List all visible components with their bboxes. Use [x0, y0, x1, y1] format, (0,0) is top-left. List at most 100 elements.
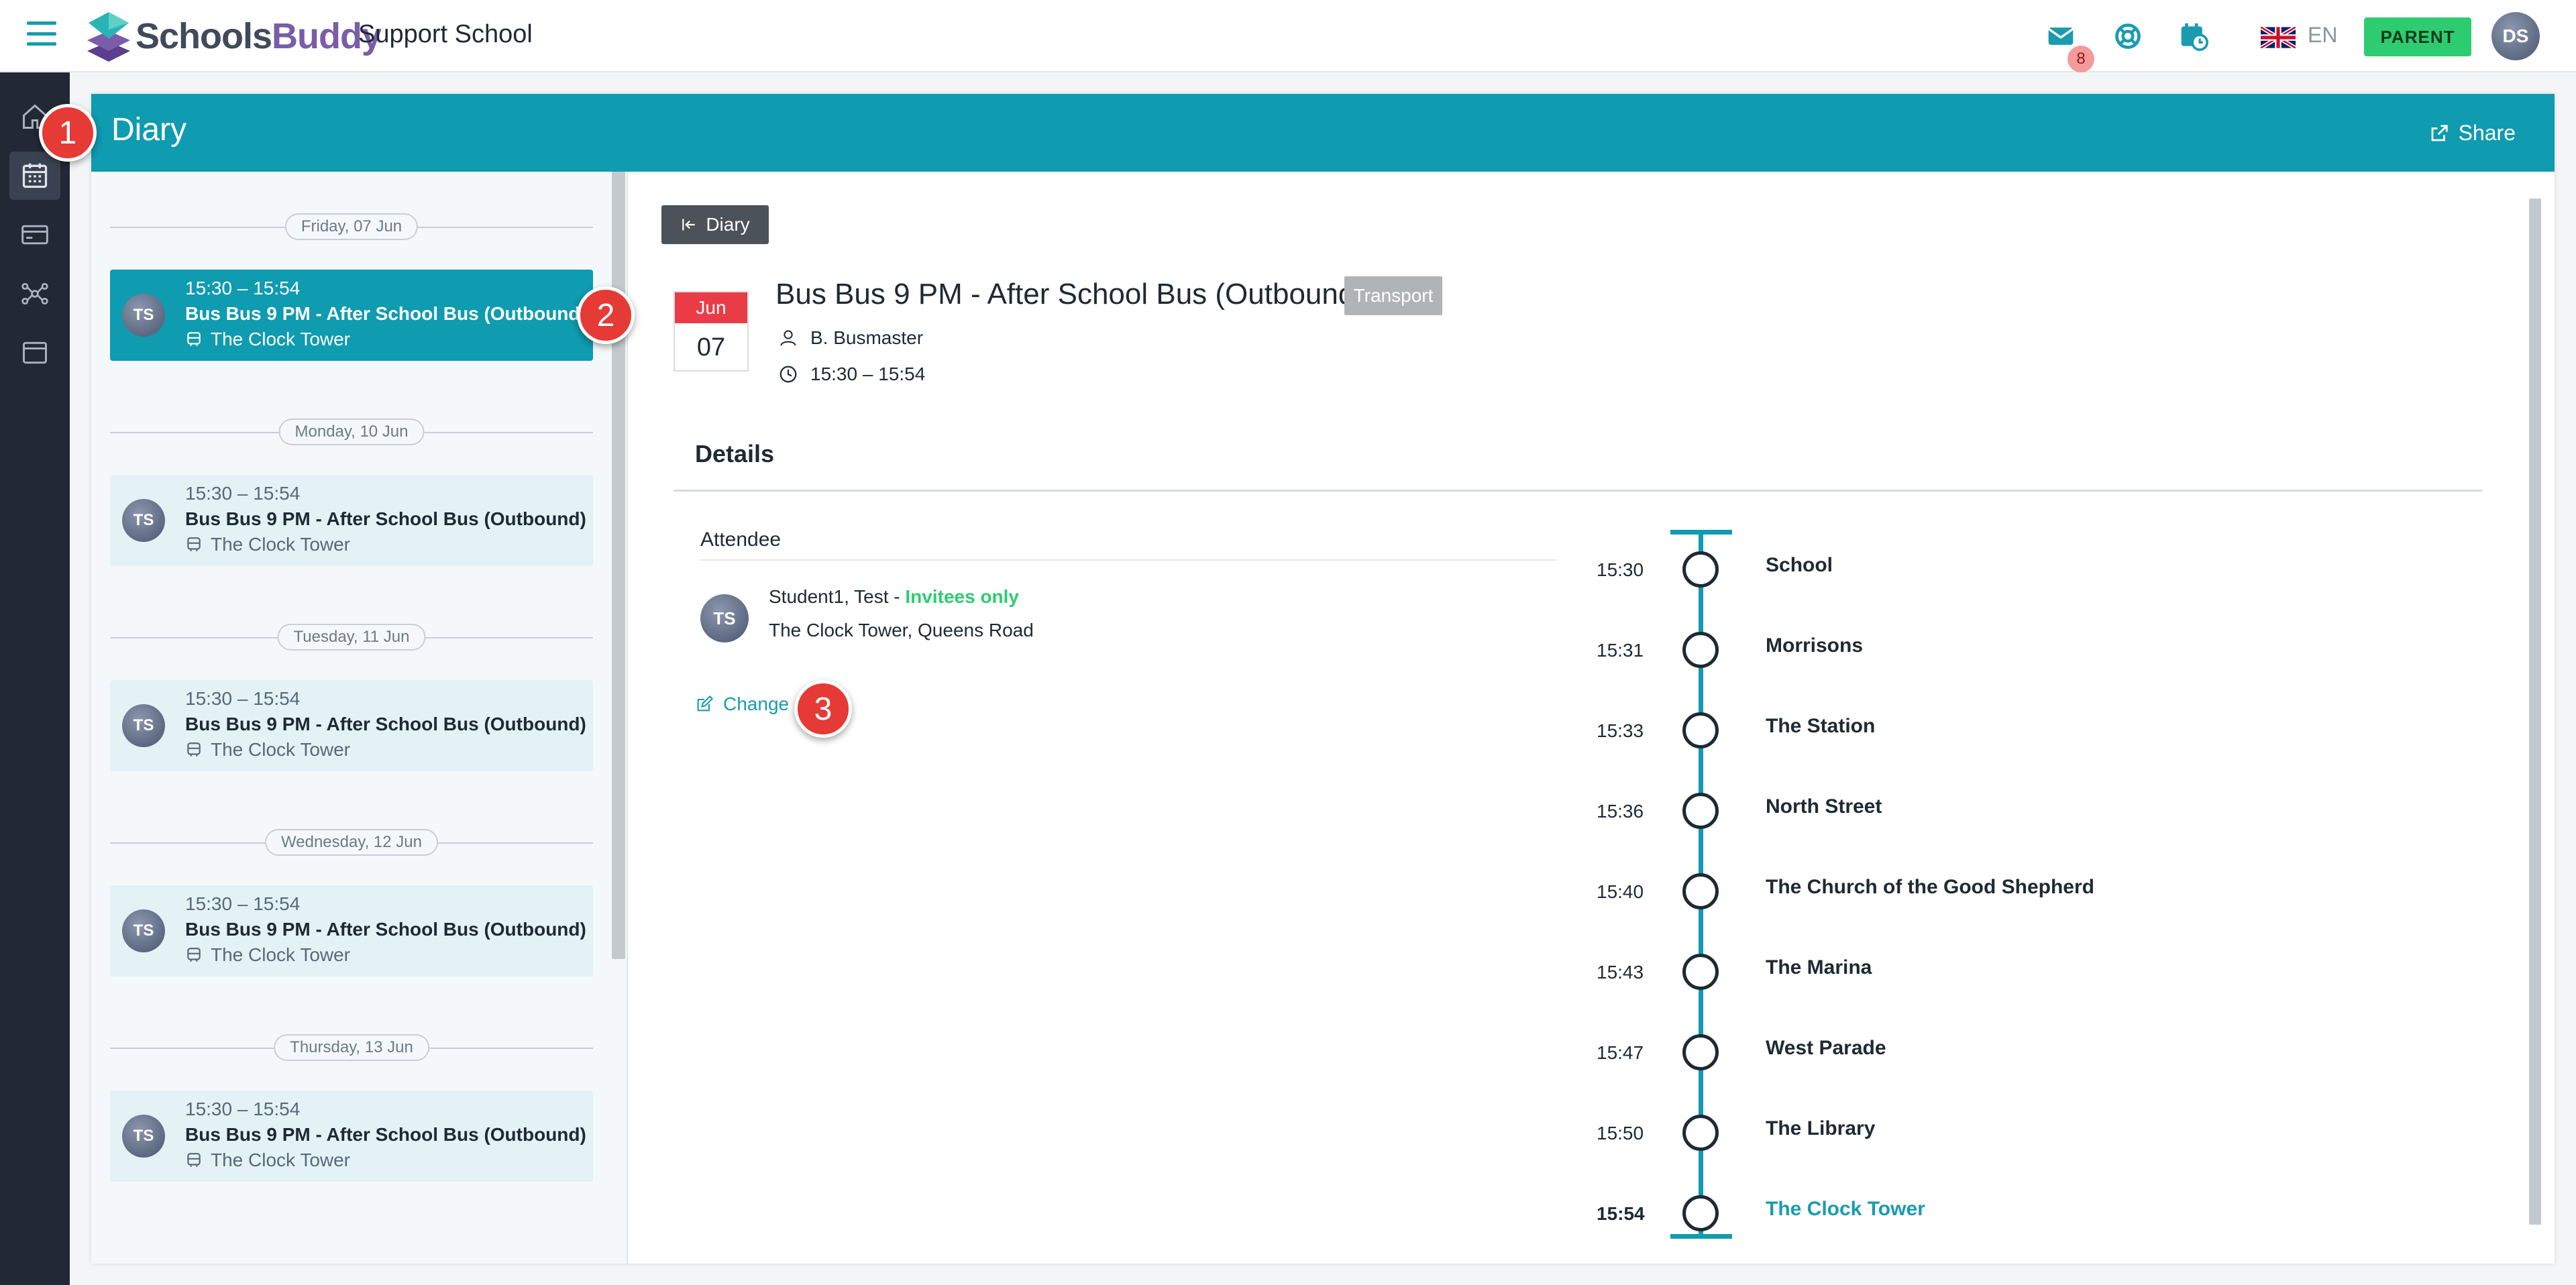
- callout-marker-2: 2: [577, 286, 635, 344]
- event-time-row: 15:30 – 15:54: [778, 364, 925, 385]
- arrow-left-to-line-icon: [682, 219, 695, 231]
- route-stop: 15:43 The Marina: [1583, 950, 2388, 990]
- logo-icon: [87, 12, 130, 62]
- calendar-clock-icon[interactable]: [2179, 21, 2208, 51]
- bus-icon: [187, 1153, 201, 1167]
- stop-marker: [1682, 873, 1719, 909]
- event-category-tag: Transport: [1344, 276, 1442, 315]
- route-stop: 15:31 Morrisons: [1583, 628, 2388, 668]
- bus-icon: [187, 332, 201, 346]
- attendee-address: The Clock Tower, Queens Road: [769, 620, 1034, 640]
- event-location: The Clock Tower: [185, 1150, 350, 1171]
- event-title: Bus Bus 9 PM - After School Bus (Outboun…: [185, 508, 586, 529]
- share-button[interactable]: Share: [2429, 121, 2516, 146]
- event-date-tile: Jun 07: [674, 291, 749, 372]
- network-icon: [21, 282, 48, 305]
- diary-event-card[interactable]: TS 15:30 – 15:54 Bus Bus 9 PM - After Sc…: [110, 680, 593, 771]
- details-divider: [674, 490, 2482, 492]
- back-to-diary-button[interactable]: Diary: [661, 205, 769, 244]
- event-time: 15:30 – 15:54: [185, 1099, 301, 1119]
- share-label: Share: [2458, 121, 2516, 145]
- route-timeline: 15:30 School 15:31 Morrisons 15:33 The Stat…: [1583, 530, 2388, 1241]
- sidebar-item-network[interactable]: [9, 270, 60, 318]
- date-separator: Tuesday, 11 Jun: [110, 624, 593, 651]
- date-separator: Thursday, 13 Jun: [110, 1034, 593, 1061]
- date-separator: Friday, 07 Jun: [110, 213, 593, 240]
- help-lifebuoy-icon[interactable]: [2113, 21, 2143, 51]
- route-stop: 15:50 The Library: [1583, 1111, 2388, 1151]
- sidebar-item-window[interactable]: [9, 329, 60, 377]
- stop-marker: [1682, 712, 1719, 748]
- event-title: Bus Bus 9 PM - After School Bus (Outboun…: [185, 919, 586, 940]
- uk-flag-icon[interactable]: [2261, 27, 2296, 48]
- attendee-heading: Attendee: [700, 528, 782, 551]
- stop-marker: [1682, 793, 1719, 829]
- diary-event-card[interactable]: TS 15:30 – 15:54 Bus Bus 9 PM - After Sc…: [110, 885, 593, 976]
- callout-marker-1: 1: [39, 104, 97, 162]
- route-stop: 15:33 The Station: [1583, 708, 2388, 748]
- event-avatar: TS: [122, 1115, 165, 1158]
- event-day: 07: [696, 333, 726, 361]
- route-stop-destination: 15:54 The Clock Tower: [1583, 1191, 2388, 1231]
- person-icon: [780, 330, 796, 346]
- event-month: Jun: [675, 292, 747, 323]
- share-icon: [2431, 124, 2448, 141]
- school-name: Support School: [358, 20, 533, 48]
- event-avatar: TS: [122, 909, 165, 952]
- route-cap: [1670, 1234, 1732, 1239]
- diary-event-card[interactable]: TS 15:30 – 15:54 Bus Bus 9 PM - After Sc…: [110, 475, 593, 566]
- clock-icon: [780, 366, 797, 383]
- details-heading: Details: [695, 440, 775, 467]
- change-link[interactable]: Change: [695, 693, 789, 715]
- payment-card-icon: [21, 225, 48, 245]
- sidebar-item-payments[interactable]: [9, 211, 60, 259]
- edit-icon: [697, 695, 714, 712]
- event-location: The Clock Tower: [185, 534, 350, 555]
- attendee-divider: [700, 559, 1556, 561]
- detail-scrollbar[interactable]: [2529, 199, 2541, 1225]
- stop-marker: [1682, 1115, 1719, 1151]
- message-count-badge: 8: [2068, 46, 2094, 72]
- callout-marker-3: 3: [794, 680, 852, 738]
- top-bar: SchoolsBuddy Support School 8 EN PARENT …: [0, 0, 2576, 72]
- event-time: 15:30 – 15:54: [185, 893, 301, 914]
- sidebar: [0, 72, 70, 1285]
- brand-name: SchoolsBuddy: [136, 16, 382, 56]
- stop-marker: [1682, 632, 1719, 668]
- event-location: The Clock Tower: [185, 944, 350, 966]
- attendee-avatar: TS: [700, 594, 749, 642]
- sidebar-item-diary[interactable]: [9, 152, 60, 200]
- language-selector[interactable]: EN: [2308, 23, 2337, 48]
- route-stop: 15:47 West Parade: [1583, 1030, 2388, 1070]
- page-title: Diary: [111, 112, 187, 148]
- stop-marker: [1682, 551, 1719, 588]
- date-separator: Wednesday, 12 Jun: [110, 829, 593, 856]
- event-avatar: TS: [122, 704, 165, 747]
- bus-icon: [187, 537, 201, 551]
- menu-icon[interactable]: [27, 21, 56, 46]
- event-title: Bus Bus 9 PM - After School Bus (Outboun…: [185, 714, 586, 734]
- event-avatar: TS: [122, 294, 165, 337]
- event-detail-title: Bus Bus 9 PM - After School Bus (Outboun…: [775, 278, 1364, 311]
- event-location: The Clock Tower: [185, 329, 350, 350]
- route-cap: [1670, 530, 1732, 535]
- user-avatar[interactable]: DS: [2491, 12, 2540, 60]
- event-time: 15:30 – 15:54: [185, 278, 301, 298]
- window-icon: [23, 341, 47, 364]
- envelope-icon[interactable]: [2046, 21, 2076, 51]
- event-avatar: TS: [122, 499, 165, 542]
- diary-event-card[interactable]: TS 15:30 – 15:54 Bus Bus 9 PM - After Sc…: [110, 270, 593, 361]
- event-location: The Clock Tower: [185, 739, 350, 761]
- stop-marker: [1682, 954, 1719, 990]
- route-stop: 15:30 School: [1583, 547, 2388, 588]
- route-stop: 15:40 The Church of the Good Shepherd: [1583, 869, 2388, 909]
- logo[interactable]: SchoolsBuddy: [83, 9, 382, 63]
- calendar-icon: [22, 163, 48, 188]
- attendee-name: Student1, Test - Invitees only: [769, 586, 1020, 607]
- diary-event-card[interactable]: TS 15:30 – 15:54 Bus Bus 9 PM - After Sc…: [110, 1091, 593, 1182]
- event-time: 15:30 – 15:54: [185, 483, 301, 504]
- role-button[interactable]: PARENT: [2364, 17, 2471, 56]
- event-time: 15:30 – 15:54: [185, 688, 301, 709]
- date-separator: Monday, 10 Jun: [110, 418, 593, 445]
- bus-icon: [187, 948, 201, 962]
